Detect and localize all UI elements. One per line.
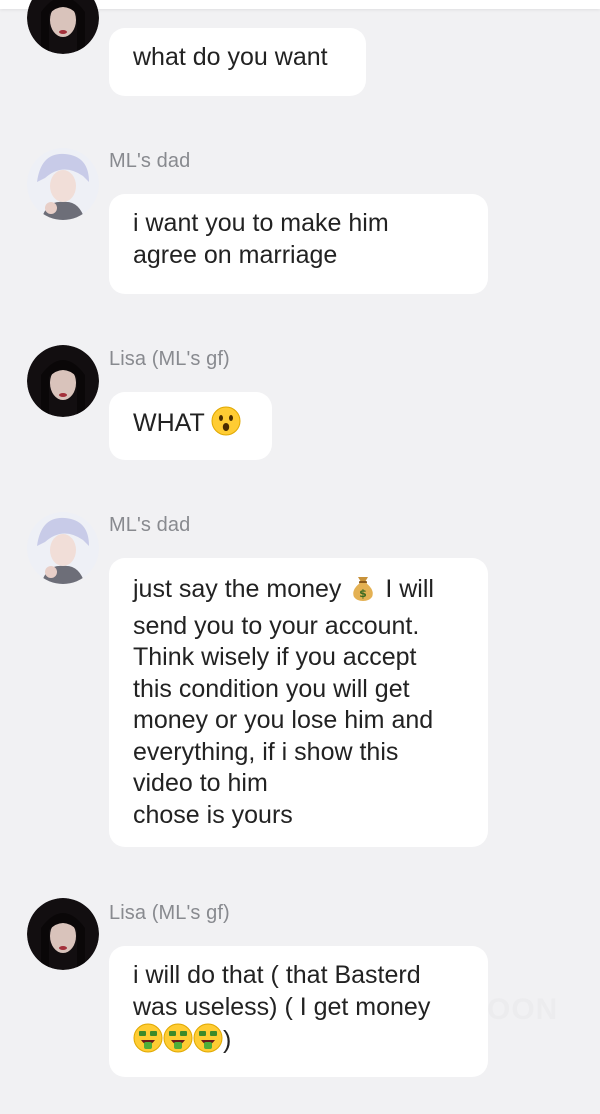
message-text: i will do that ( that Basterd (133, 961, 421, 989)
sender-name: Lisa (ML's gf) (109, 902, 230, 924)
message-bubble: WHAT (109, 392, 272, 460)
message-text: agree on marriage (133, 240, 338, 269)
dad-avatar[interactable] (27, 148, 99, 220)
lisa-avatar[interactable] (27, 898, 99, 970)
message-bubble: what do you want (109, 28, 366, 96)
message-text: what do you want (133, 43, 328, 71)
message-text: WHAT (133, 409, 205, 437)
dad-avatar[interactable] (27, 512, 99, 584)
sender-name: ML's dad (109, 514, 191, 536)
message-text: money or you lose him and (133, 706, 434, 734)
sender-name: Lisa (ML's gf) (109, 348, 230, 370)
message-text: chose is yours (133, 800, 293, 829)
svg-text:$: $ (360, 587, 368, 600)
message-text: was useless) ( I get money (133, 992, 431, 1021)
message-text: i want you to make him (133, 209, 389, 237)
message-text: video to him (133, 769, 268, 797)
message-bubble: i want you to make him agree on marriage (109, 194, 488, 294)
money-mouth-face-emoji (163, 1023, 193, 1062)
message-text: send you to your account. (133, 611, 420, 640)
message-bubble: just say the money $ I will send you to … (109, 558, 488, 847)
message-text: just say the money (133, 575, 342, 603)
lisa-avatar[interactable] (27, 0, 99, 54)
lisa-avatar[interactable] (27, 345, 99, 417)
message-text: Think wisely if you accept (133, 643, 417, 671)
watermark: OON (487, 993, 559, 1026)
message-line: just say the money $ I will (133, 572, 464, 611)
message-line: WHAT (133, 406, 248, 445)
message-bubble: i will do that ( that Basterd was useles… (109, 946, 488, 1077)
sender-name: ML's dad (109, 150, 191, 172)
message-text: everything, if i show this (133, 737, 399, 766)
message-line: ) (133, 1023, 464, 1062)
money-mouth-face-emoji (133, 1023, 163, 1062)
money-bag-emoji: $ (348, 572, 378, 611)
message-text: I will (385, 575, 434, 603)
message-text: ) (223, 1026, 232, 1054)
message-text: this condition you will get (133, 674, 410, 703)
astonished-face-emoji (211, 406, 241, 445)
money-mouth-face-emoji (193, 1023, 223, 1062)
